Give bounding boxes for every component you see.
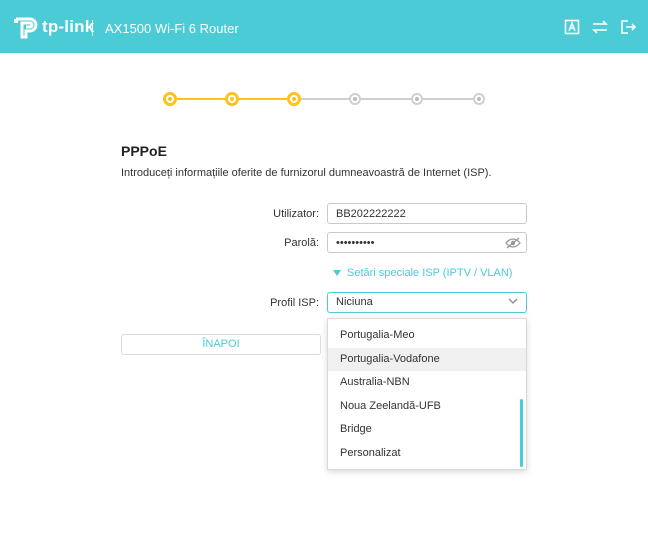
password-input[interactable] bbox=[327, 232, 527, 253]
step-5-dot bbox=[411, 93, 423, 105]
dropdown-option[interactable]: Personalizat bbox=[328, 442, 526, 466]
password-label: Parolă: bbox=[284, 237, 319, 249]
expand-caret-icon bbox=[333, 270, 341, 276]
isp-profile-select[interactable]: Niciuna bbox=[327, 292, 527, 313]
step-6-dot bbox=[473, 93, 485, 105]
advanced-isp-settings-label: Setări speciale ISP (IPTV / VLAN) bbox=[347, 267, 513, 279]
tp-link-logo: tp-link bbox=[12, 15, 94, 39]
dropdown-option[interactable]: Portugalia-Meo bbox=[328, 324, 526, 348]
setup-progress-stepper bbox=[160, 89, 490, 109]
chevron-down-icon bbox=[508, 298, 518, 304]
page-title: PPPoE bbox=[121, 143, 167, 159]
username-input[interactable] bbox=[327, 203, 527, 224]
username-label: Utilizator: bbox=[273, 208, 319, 220]
step-1-dot bbox=[163, 92, 177, 106]
dropdown-option[interactable]: Noua Zeelandă-UFB bbox=[328, 395, 526, 419]
step-2-dot bbox=[225, 92, 239, 106]
isp-profile-dropdown: Portugalia-Meo Portugalia-Vodafone Austr… bbox=[327, 318, 527, 470]
dropdown-scrollbar[interactable] bbox=[520, 399, 523, 467]
isp-profile-label: Profil ISP: bbox=[270, 297, 319, 309]
header-actions bbox=[564, 19, 636, 35]
switch-mode-icon[interactable] bbox=[592, 19, 608, 35]
step-3-dot bbox=[287, 92, 301, 106]
logout-icon[interactable] bbox=[620, 19, 636, 35]
header-divider bbox=[92, 20, 93, 36]
page-description: Introduceți informațiile oferite de furn… bbox=[121, 167, 492, 179]
top-header: tp-link AX1500 Wi-Fi 6 Router bbox=[0, 0, 648, 53]
step-4-dot bbox=[349, 93, 361, 105]
dropdown-option[interactable]: Portugalia-Vodafone bbox=[328, 347, 526, 371]
dropdown-option[interactable]: Bridge bbox=[328, 418, 526, 442]
progress-line-remaining bbox=[294, 98, 480, 100]
dropdown-option[interactable]: Australia-NBN bbox=[328, 371, 526, 395]
language-icon[interactable] bbox=[564, 19, 580, 35]
back-button[interactable]: ÎNAPOI bbox=[121, 334, 321, 355]
tp-link-logo-icon bbox=[14, 17, 38, 39]
advanced-isp-settings-link[interactable]: Setări speciale ISP (IPTV / VLAN) bbox=[333, 267, 512, 279]
hide-password-icon[interactable] bbox=[505, 237, 521, 249]
isp-profile-selected-value: Niciuna bbox=[336, 296, 373, 308]
router-model-title: AX1500 Wi-Fi 6 Router bbox=[105, 21, 239, 36]
brand-name: tp-link bbox=[42, 17, 95, 36]
